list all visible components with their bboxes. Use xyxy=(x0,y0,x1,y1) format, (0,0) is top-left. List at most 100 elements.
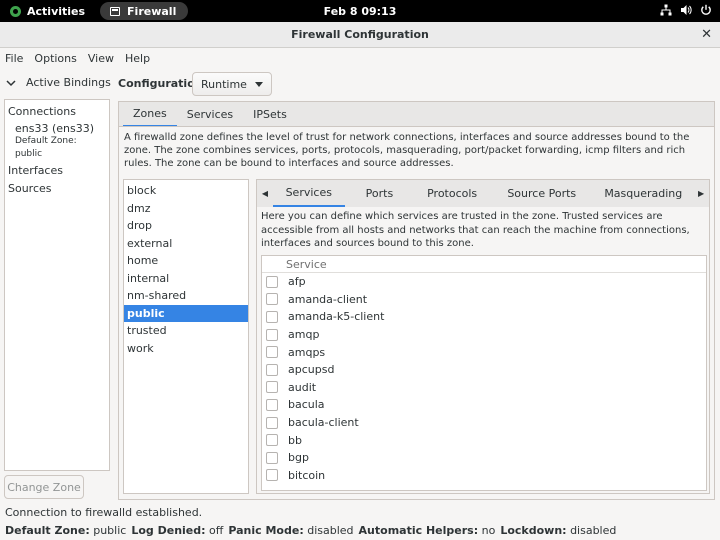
default-zone-value: public xyxy=(93,524,127,537)
zone-item-external[interactable]: external xyxy=(124,235,248,253)
service-checkbox[interactable] xyxy=(266,398,278,411)
status-message: Connection to firewalld established. xyxy=(5,506,203,519)
change-zone-button[interactable]: Change Zone xyxy=(4,475,84,499)
table-row[interactable]: bb xyxy=(262,431,706,449)
main-tab-bar: Zones Services IPSets xyxy=(118,101,715,127)
sidebar-item-interfaces[interactable]: Interfaces xyxy=(5,162,109,180)
default-zone-label: Default Zone: xyxy=(5,524,90,537)
zone-item-home[interactable]: home xyxy=(124,252,248,270)
zone-settings-tab-bar: ◀ Services Ports Protocols Source Ports … xyxy=(256,179,710,208)
services-table: Service afp amanda-client amanda-k5-clie… xyxy=(261,255,707,491)
subtab-protocols[interactable]: Protocols xyxy=(414,180,490,207)
service-checkbox[interactable] xyxy=(266,346,278,359)
menu-bar: File Options View Help xyxy=(0,48,720,68)
menu-help[interactable]: Help xyxy=(125,52,150,65)
service-name: apcupsd xyxy=(288,363,335,377)
zone-item-block[interactable]: block xyxy=(124,182,248,200)
zone-item-drop[interactable]: drop xyxy=(124,217,248,235)
configuration-select[interactable]: Runtime xyxy=(192,72,272,96)
table-row[interactable]: bgp xyxy=(262,449,706,467)
service-name: amanda-client xyxy=(288,292,368,306)
zone-item-nm-shared[interactable]: nm-shared xyxy=(124,287,248,305)
sidebar-item-connections[interactable]: Connections xyxy=(5,103,109,121)
service-name: bgp xyxy=(288,451,309,465)
service-name: bitcoin xyxy=(288,468,326,482)
network-icon xyxy=(660,4,672,16)
zone-item-trusted[interactable]: trusted xyxy=(124,322,248,340)
menu-view[interactable]: View xyxy=(88,52,114,65)
status-bar: Default Zone: public Log Denied: off Pan… xyxy=(5,524,621,537)
window-title: Firewall Configuration xyxy=(291,28,429,41)
zones-panel: A firewalld zone defines the level of tr… xyxy=(118,126,715,500)
service-name: amanda-k5-client xyxy=(288,310,385,324)
activities-label: Activities xyxy=(27,4,86,18)
zone-list: block dmz drop external home internal nm… xyxy=(123,179,249,494)
table-row[interactable]: amanda-k5-client xyxy=(262,308,706,326)
close-icon[interactable]: ✕ xyxy=(701,27,712,42)
lockdown-value: disabled xyxy=(570,524,617,537)
table-row[interactable]: afp xyxy=(262,273,706,291)
table-row[interactable]: bacula-client xyxy=(262,414,706,432)
dropdown-arrow-icon xyxy=(255,82,263,87)
connection-name: ens33 (ens33) xyxy=(15,122,95,135)
subtab-ports[interactable]: Ports xyxy=(345,180,415,207)
zone-description: A firewalld zone defines the level of tr… xyxy=(124,132,690,169)
scroll-right-icon[interactable]: ▶ xyxy=(693,180,709,207)
configuration-value: Runtime xyxy=(201,77,247,91)
services-column-header[interactable]: Service xyxy=(262,256,706,273)
service-checkbox[interactable] xyxy=(266,293,278,306)
menu-options[interactable]: Options xyxy=(34,52,76,65)
table-row[interactable]: audit xyxy=(262,379,706,397)
service-checkbox[interactable] xyxy=(266,310,278,323)
top-bar: Activities Firewall Feb 8 09:13 xyxy=(0,0,720,22)
firewall-app-icon xyxy=(110,6,121,16)
service-checkbox[interactable] xyxy=(266,275,278,288)
service-checkbox[interactable] xyxy=(266,363,278,376)
menu-file[interactable]: File xyxy=(5,52,23,65)
active-bindings-label: Active Bindings xyxy=(26,76,111,89)
tab-zones[interactable]: Zones xyxy=(123,102,177,127)
service-name: amqp xyxy=(288,328,320,342)
subtab-source-ports[interactable]: Source Ports xyxy=(490,180,594,207)
active-bindings-list: Connections ens33 (ens33) Default Zone: … xyxy=(4,99,110,471)
table-row[interactable]: amqp xyxy=(262,326,706,344)
active-bindings-toggle[interactable]: Active Bindings xyxy=(6,76,111,89)
activities-button[interactable]: Activities xyxy=(10,5,85,18)
sidebar-item-sources[interactable]: Sources xyxy=(5,180,109,198)
zone-item-work[interactable]: work xyxy=(124,340,248,358)
service-checkbox[interactable] xyxy=(266,451,278,464)
zone-item-public[interactable]: public xyxy=(124,304,248,322)
service-checkbox[interactable] xyxy=(266,381,278,394)
service-checkbox[interactable] xyxy=(266,328,278,341)
service-name: amqps xyxy=(288,345,326,359)
zone-item-internal[interactable]: internal xyxy=(124,270,248,288)
service-name: audit xyxy=(288,380,317,394)
window-titlebar: Firewall Configuration ✕ xyxy=(0,22,720,48)
services-description: Here you can define which services are t… xyxy=(261,211,690,249)
table-row[interactable]: amanda-client xyxy=(262,291,706,309)
table-row[interactable]: bacula xyxy=(262,396,706,414)
scroll-left-icon[interactable]: ◀ xyxy=(257,180,273,207)
system-tray[interactable] xyxy=(660,4,712,16)
tab-services[interactable]: Services xyxy=(177,102,243,127)
power-icon xyxy=(701,4,711,15)
connection-zone: Default Zone: public xyxy=(15,136,77,159)
services-panel: Here you can define which services are t… xyxy=(256,207,710,494)
lockdown-label: Lockdown: xyxy=(500,524,567,537)
service-checkbox[interactable] xyxy=(266,434,278,447)
volume-icon xyxy=(681,5,692,15)
service-checkbox[interactable] xyxy=(266,416,278,429)
app-menu-button[interactable]: Firewall xyxy=(100,2,189,20)
log-denied-label: Log Denied: xyxy=(131,524,206,537)
subtab-masquerading[interactable]: Masquerading xyxy=(594,180,694,207)
subtab-services[interactable]: Services xyxy=(272,180,345,207)
sidebar-item-connection-ens33[interactable]: ens33 (ens33) Default Zone: public xyxy=(5,121,109,162)
tab-ipsets[interactable]: IPSets xyxy=(243,102,297,127)
zone-item-dmz[interactable]: dmz xyxy=(124,200,248,218)
service-name: bacula xyxy=(288,398,325,412)
table-row[interactable]: amqps xyxy=(262,343,706,361)
service-name: afp xyxy=(288,275,306,289)
table-row[interactable]: bitcoin xyxy=(262,467,706,485)
service-checkbox[interactable] xyxy=(266,469,278,482)
table-row[interactable]: apcupsd xyxy=(262,361,706,379)
